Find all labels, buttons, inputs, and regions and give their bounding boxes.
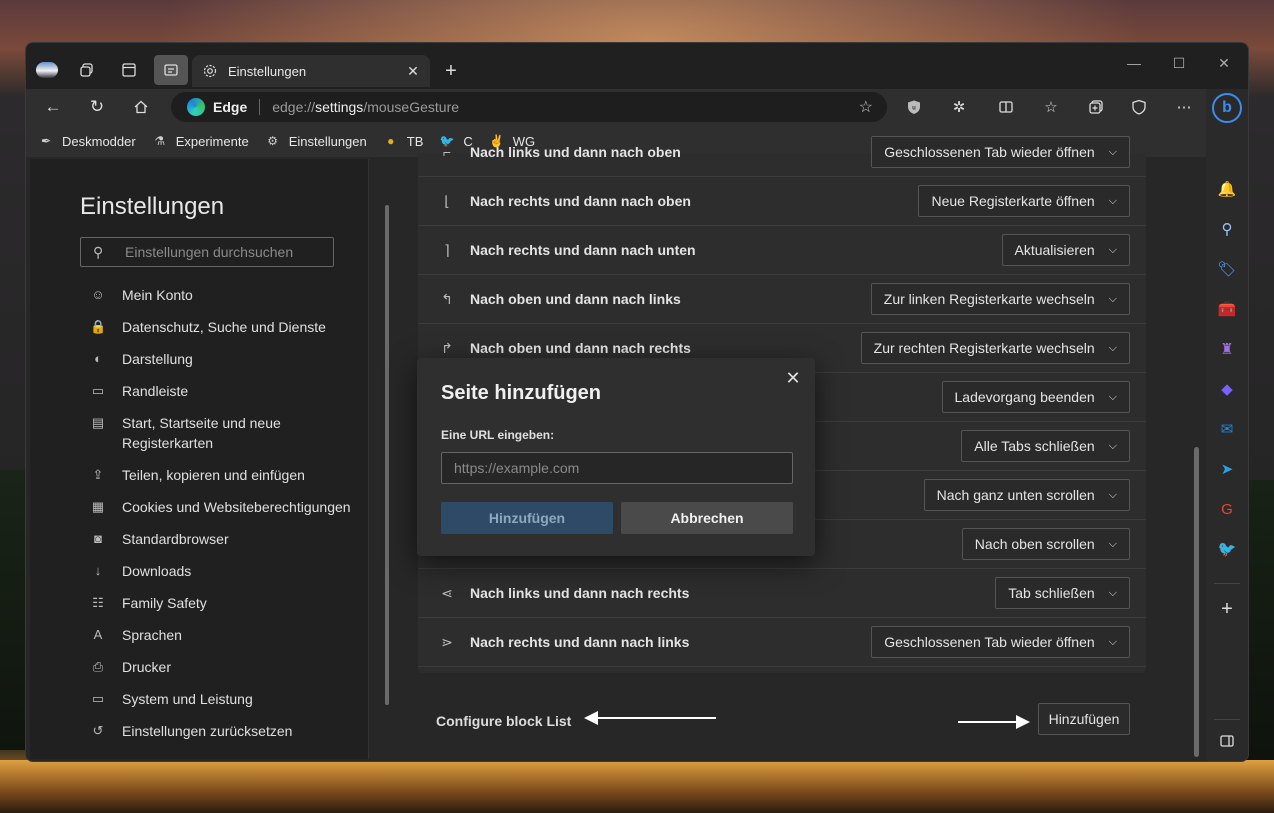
close-window-button[interactable]: ✕ — [1204, 55, 1244, 75]
favorite-star-icon[interactable]: ☆ — [859, 97, 873, 117]
collections-button[interactable] — [1083, 95, 1109, 119]
favorites-button[interactable]: ☆ — [1038, 95, 1064, 119]
favorite-item[interactable]: ⚙ Einstellungen — [265, 133, 367, 149]
tab-actions-icon — [122, 63, 136, 77]
tab-actions-button[interactable] — [112, 55, 146, 85]
hide-sidebar-button[interactable] — [1215, 729, 1239, 753]
favorite-label: Experimente — [175, 133, 249, 149]
sidebar-separator — [1214, 583, 1240, 584]
browser-essentials-button[interactable] — [1126, 95, 1152, 119]
home-icon — [134, 100, 148, 114]
ublock-extension-button[interactable]: u — [901, 95, 927, 119]
bing-chat-button[interactable]: b — [1212, 93, 1242, 123]
maximize-button[interactable]: ☐ — [1159, 55, 1199, 75]
back-button[interactable]: ← — [38, 93, 68, 121]
shield-icon: u — [908, 100, 920, 114]
dialog-close-icon[interactable]: ✕ — [781, 366, 805, 390]
sidebar-separator-bottom — [1214, 719, 1240, 720]
favorite-icon: ✒ — [40, 134, 52, 148]
add-sidebar-app-button[interactable]: + — [1215, 597, 1239, 621]
gear-icon — [203, 64, 217, 78]
url-field-label: Eine URL eingeben: — [441, 428, 555, 442]
games-icon[interactable]: ♜ — [1215, 337, 1239, 361]
search-sidebar-icon[interactable]: ⚲ — [1215, 217, 1239, 241]
collections-icon — [80, 63, 93, 77]
tools-toolbox-icon[interactable]: 🧰 — [1215, 297, 1239, 321]
url-path: /mouseGesture — [363, 99, 460, 115]
split-screen-icon — [999, 101, 1013, 113]
toolbar: ← ↻ Edge edge://settings/mouseGesture ☆ … — [26, 89, 1206, 125]
favorite-icon: ⚙ — [267, 134, 279, 148]
refresh-button[interactable]: ↻ — [82, 93, 112, 121]
minimize-button[interactable]: — — [1114, 55, 1154, 75]
arrow-left-icon: ← — [44, 97, 62, 116]
tab-close-icon[interactable]: ✕ — [402, 63, 424, 80]
outlook-icon[interactable]: ✉ — [1215, 417, 1239, 441]
address-bar[interactable]: Edge edge://settings/mouseGesture ☆ — [171, 92, 887, 122]
extensions-button[interactable]: ✲ — [946, 95, 972, 119]
new-tab-button[interactable]: + — [438, 57, 464, 85]
favorite-label: Einstellungen — [288, 133, 367, 149]
tab-settings[interactable]: Einstellungen ✕ — [192, 55, 430, 87]
edge-logo-icon — [187, 98, 205, 116]
sidebar-panel-icon — [1220, 735, 1234, 747]
microsoft-365-icon[interactable]: ◆ — [1215, 377, 1239, 401]
favorite-icon: ● — [387, 134, 395, 148]
dialog-cancel-button[interactable]: Abbrechen — [621, 502, 793, 534]
tab-title: Einstellungen — [228, 63, 307, 79]
favorite-icon: ⚗ — [154, 134, 166, 148]
collections-tab-button[interactable] — [70, 55, 104, 85]
wallpaper-trees-right — [1246, 480, 1274, 760]
url-prefix: edge:// — [272, 99, 316, 115]
dialog-overlay: Seite hinzufügen ✕ Eine URL eingeben: Hi… — [26, 157, 1206, 761]
url-host: settings — [315, 99, 364, 115]
favorite-label: Deskmodder — [62, 133, 136, 149]
refresh-icon: ↻ — [89, 97, 105, 116]
telegram-icon[interactable]: ➤ — [1215, 457, 1239, 481]
shopping-tag-icon[interactable]: 🏷 — [1215, 257, 1239, 281]
heart-shield-icon — [1132, 99, 1146, 115]
dialog-add-button[interactable]: Hinzufügen — [441, 502, 613, 534]
more-menu-button[interactable]: ⋯ — [1171, 95, 1197, 119]
tab-strip: Einstellungen ✕ + — ☐ ✕ — [26, 43, 1248, 89]
ellipsis-icon: ⋯ — [1176, 99, 1192, 116]
workspaces-icon — [164, 64, 178, 76]
collections-add-icon — [1089, 100, 1103, 114]
url-input[interactable] — [441, 452, 793, 484]
edge-sidebar: b 🔔 ⚲ 🏷 🧰 ♜ ◆ ✉ ➤ G 🐦 + ⚙ — [1206, 89, 1248, 761]
dialog-title: Seite hinzufügen — [441, 382, 601, 404]
url-text: edge://settings/mouseGesture — [272, 99, 459, 115]
favorite-item[interactable]: ✒ Deskmodder — [38, 133, 136, 149]
home-button[interactable] — [126, 93, 156, 121]
google-icon[interactable]: G — [1215, 497, 1239, 521]
notifications-bell-icon[interactable]: 🔔 — [1215, 177, 1239, 201]
address-separator — [259, 99, 261, 115]
edge-label: Edge — [213, 99, 248, 115]
profile-icon — [36, 62, 58, 78]
add-page-dialog: Seite hinzufügen ✕ Eine URL eingeben: Hi… — [417, 358, 815, 556]
split-screen-button[interactable] — [993, 95, 1019, 119]
wallpaper-sunset — [0, 760, 1274, 813]
puzzle-icon: ✲ — [952, 99, 966, 116]
wallpaper-trees-left — [0, 470, 26, 750]
svg-text:u: u — [912, 106, 916, 112]
workspaces-button[interactable] — [154, 55, 188, 85]
browser-window: Einstellungen ✕ + — ☐ ✕ ← ↻ Edge edge://… — [25, 42, 1249, 762]
twitter-icon[interactable]: 🐦 — [1215, 537, 1239, 561]
profile-avatar[interactable] — [30, 55, 64, 85]
favorites-star-icon: ☆ — [1044, 99, 1058, 116]
favorite-item[interactable]: ⚗ Experimente — [152, 133, 249, 149]
